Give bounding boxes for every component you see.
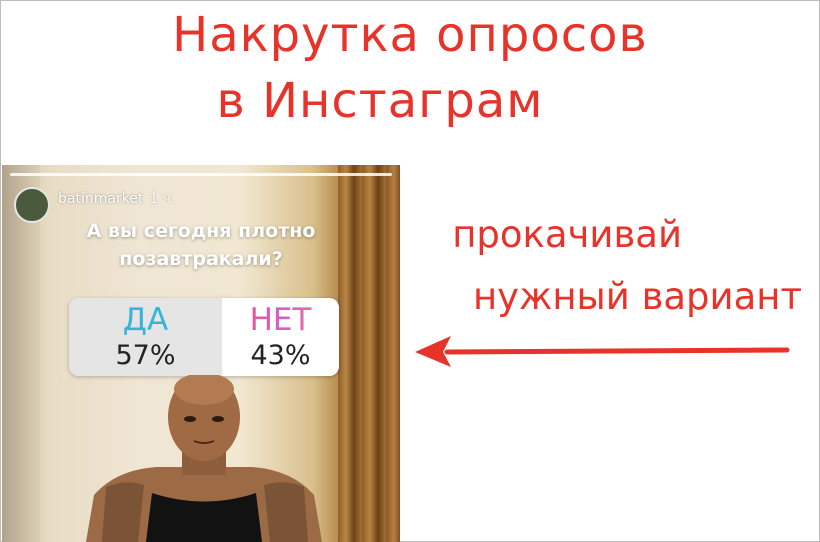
tagline-line-2: нужный вариант — [472, 275, 802, 318]
post-time: 1 ч — [149, 191, 172, 207]
instagram-story: batinmarket 1 ч А вы сегодня плотно позав… — [2, 165, 400, 542]
headline: Накрутка опросов в Инстаграм — [0, 2, 820, 134]
poll-option-yes[interactable]: ДА 57% — [69, 298, 222, 376]
story-photo-person — [86, 375, 322, 542]
poll-widget: ДА 57% НЕТ 43% — [69, 298, 339, 376]
tagline: прокачивай нужный вариант — [382, 204, 802, 328]
username[interactable]: batinmarket — [58, 191, 143, 207]
story-progress-bar — [10, 173, 392, 176]
poll-question-line-2: позавтракали? — [119, 248, 283, 270]
headline-line-1: Накрутка опросов — [172, 7, 648, 63]
left-arrow-icon — [415, 336, 790, 367]
poll-option-yes-percent: 57% — [115, 340, 176, 371]
poll-option-no[interactable]: НЕТ 43% — [222, 298, 339, 376]
story-header: batinmarket 1 ч — [58, 191, 171, 207]
poll-question-line-1: А вы сегодня плотно — [86, 220, 316, 242]
poll-option-no-label: НЕТ — [222, 302, 339, 338]
poll-option-yes-label: ДА — [122, 302, 169, 338]
tagline-line-1: прокачивай — [452, 213, 682, 256]
headline-line-2: в Инстаграм — [216, 73, 544, 129]
poll-option-no-percent: 43% — [250, 340, 311, 371]
poll-question: А вы сегодня плотно позавтракали? — [2, 217, 400, 273]
